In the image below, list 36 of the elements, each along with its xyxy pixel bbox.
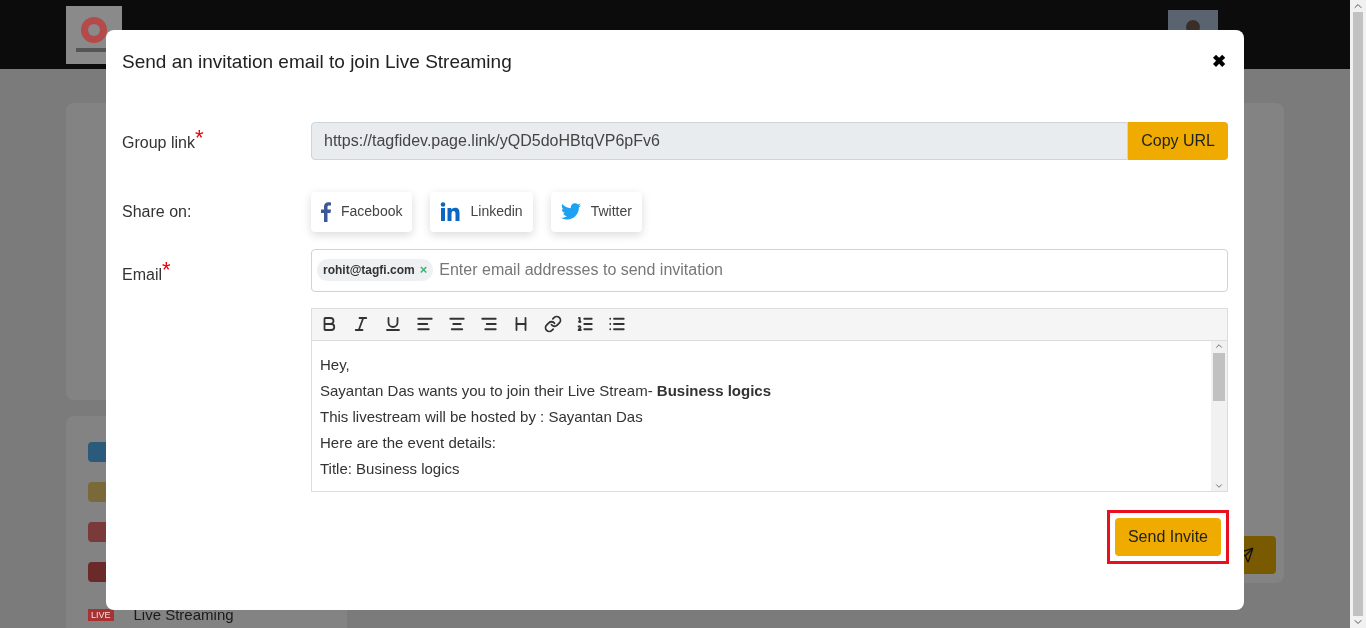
tag-text: rohit@tagfi.com — [323, 262, 415, 279]
share-button[interactable]: Facebook — [311, 191, 413, 232]
required-mark: * — [162, 258, 171, 281]
message-line: This livestream will be hosted by : Sayantan Das — [320, 406, 644, 426]
align-center-icon[interactable] — [448, 315, 466, 333]
share-button[interactable]: Linkedin — [430, 191, 533, 232]
live-badge: LIVE — [88, 608, 114, 621]
align-right-icon[interactable] — [480, 315, 498, 333]
scrollbar-thumb[interactable] — [1213, 352, 1225, 401]
sidebar-item[interactable]: Live Streaming — [133, 607, 234, 622]
scrollbar-thumb[interactable] — [1353, 12, 1363, 616]
message-line: Hey, — [320, 354, 351, 374]
field-label: Group link — [122, 132, 195, 153]
italic-icon[interactable] — [352, 315, 370, 333]
copy-url-button[interactable]: Copy URL — [1128, 121, 1228, 160]
message-line: Title: Business logics — [320, 458, 461, 478]
send-invite-button[interactable]: Send Invite — [1114, 517, 1221, 556]
dialog-title: Send an invitation email to join Live Streaming — [122, 50, 512, 74]
email-input[interactable]: Enter email addresses to send invitation — [439, 258, 1222, 282]
message-line: Here are the event details: — [320, 432, 497, 452]
message-line: Sayantan Das wants you to join their Live Stream- Business logics — [320, 380, 773, 400]
field-label: Share on: — [122, 201, 193, 222]
bird-icon — [560, 203, 581, 220]
linkedin-icon — [440, 201, 461, 222]
field-label: Email — [122, 264, 162, 285]
email-field[interactable]: rohit@tagfi.com × Enter email addresses to send invitation — [311, 248, 1228, 292]
facebook-icon — [321, 201, 331, 222]
underline-icon[interactable] — [384, 315, 402, 333]
share-button[interactable]: Twitter — [550, 191, 642, 232]
close-button[interactable]: ✖ — [1212, 49, 1226, 75]
link-icon[interactable] — [544, 315, 562, 333]
link-field: https://tagfidev.page.link/yQD5doHBtqVP6pFv6 — [311, 121, 1129, 160]
ordered-list-icon[interactable] — [576, 315, 594, 333]
align-left-icon[interactable] — [416, 315, 434, 333]
bullet-list-icon[interactable] — [608, 315, 626, 333]
required-mark: * — [194, 126, 204, 149]
